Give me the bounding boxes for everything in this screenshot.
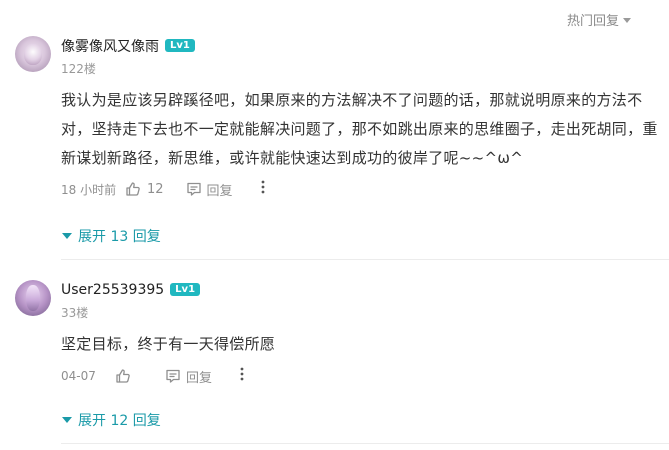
expand-replies-label: 展开 12 回复	[78, 413, 161, 429]
level-badge: Lv1	[165, 38, 195, 52]
timestamp: 18 小时前	[61, 182, 117, 197]
chevron-down-icon	[623, 18, 631, 23]
floor-number: 33楼	[61, 306, 89, 320]
more-options-icon[interactable]	[240, 367, 244, 385]
like-count: 12	[147, 181, 164, 197]
username[interactable]: 像雾像风又像雨	[61, 36, 159, 56]
reply-label: 回复	[186, 370, 213, 386]
reply-label: 回复	[206, 183, 233, 199]
reply-button[interactable]: 回复	[165, 367, 212, 386]
expand-replies-label: 展开 13 回复	[78, 229, 161, 245]
comment-text: 我认为是应该另辟蹊径吧，如果原来的方法解决不了问题的话，那就说明原来的方法不对，…	[61, 91, 658, 167]
thumbs-up-icon	[115, 368, 131, 384]
comment-text: 坚定目标，终于有一天得偿所愿	[61, 335, 276, 353]
avatar[interactable]	[15, 36, 51, 72]
comment-icon	[165, 368, 181, 384]
expand-replies-button[interactable]: 展开 13 回复	[62, 226, 161, 246]
caret-down-icon	[62, 233, 72, 239]
like-button[interactable]: 12	[125, 181, 164, 197]
more-options-icon[interactable]	[261, 180, 265, 198]
thumbs-up-icon	[125, 181, 141, 197]
username[interactable]: User25539395	[61, 282, 164, 298]
expand-replies-button[interactable]: 展开 12 回复	[62, 410, 161, 430]
floor-number: 122楼	[61, 62, 96, 76]
like-button[interactable]	[115, 368, 137, 384]
avatar[interactable]	[15, 280, 51, 316]
divider	[61, 443, 669, 444]
caret-down-icon	[62, 417, 72, 423]
sort-dropdown[interactable]: 热门回复	[567, 10, 631, 29]
level-badge: Lv1	[170, 282, 201, 296]
divider	[61, 259, 669, 260]
comment-icon	[186, 181, 202, 197]
timestamp: 04-07	[61, 369, 96, 383]
reply-button[interactable]: 回复	[186, 180, 233, 199]
sort-label: 热门回复	[566, 14, 619, 29]
